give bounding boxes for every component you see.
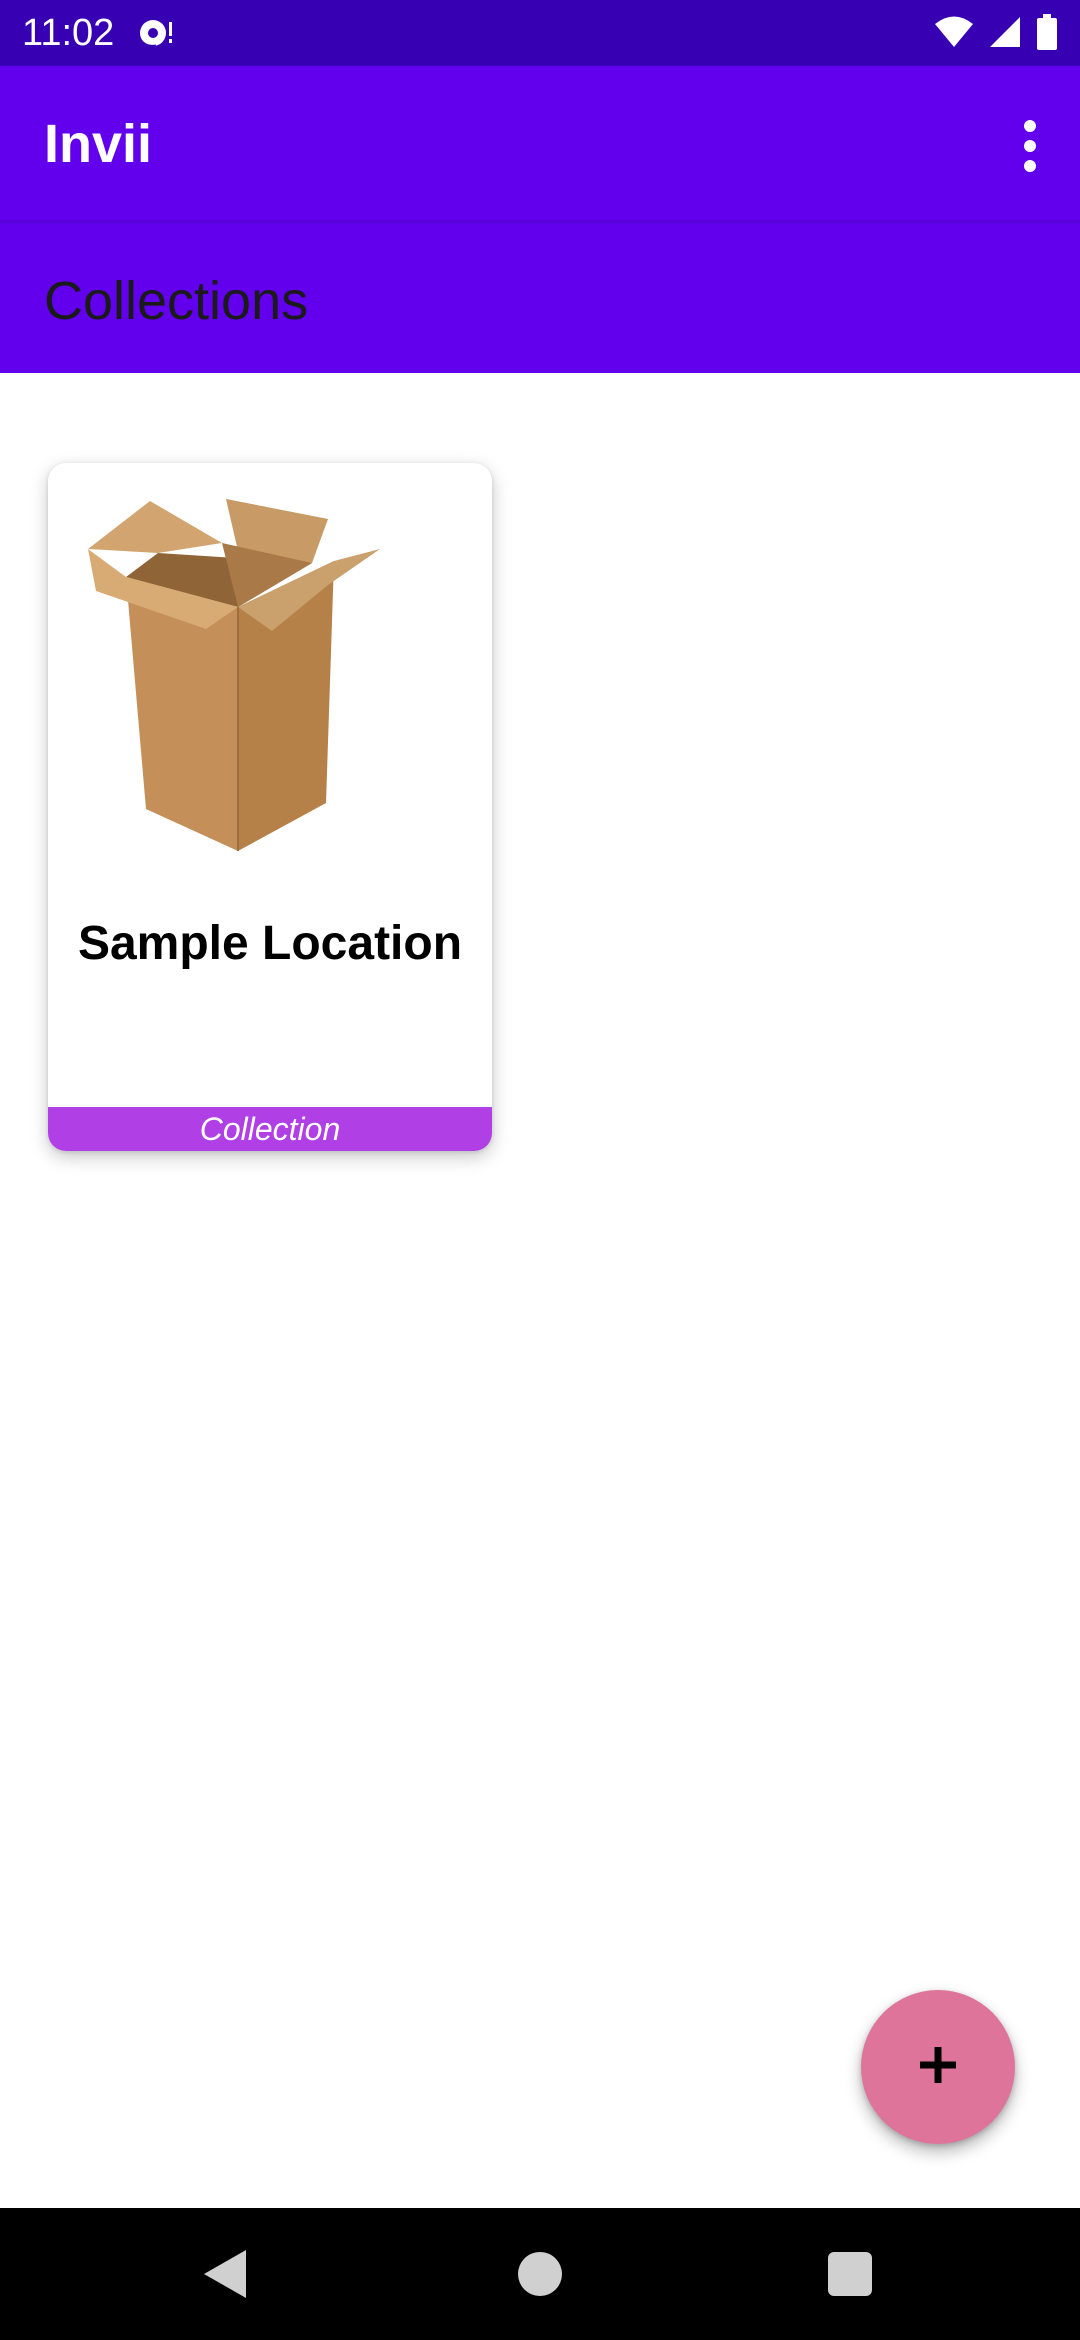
- back-icon[interactable]: [200, 2248, 250, 2300]
- more-options-button[interactable]: [1000, 106, 1060, 186]
- section-header: Collections: [0, 223, 1080, 373]
- system-nav-bar: [0, 2208, 1080, 2340]
- plus-icon: [918, 2045, 958, 2090]
- more-vert-icon-dot: [1024, 160, 1036, 172]
- more-vert-icon-dot: [1024, 140, 1036, 152]
- wifi-icon: [934, 15, 974, 54]
- section-title: Collections: [44, 271, 309, 331]
- status-icons: [934, 12, 1058, 56]
- app-title: Invii: [44, 114, 153, 174]
- home-icon[interactable]: [518, 2252, 562, 2296]
- sync-icon: [136, 14, 176, 52]
- battery-icon: [1036, 13, 1058, 55]
- collection-card[interactable]: Sample Location Collection: [48, 463, 492, 1151]
- collection-type-badge: Collection: [48, 1107, 492, 1151]
- status-time: 11:02: [22, 12, 115, 54]
- collection-title: Sample Location: [77, 917, 463, 970]
- status-bar: 11:02: [0, 0, 1080, 66]
- recents-icon[interactable]: [828, 2252, 872, 2296]
- add-collection-button[interactable]: [861, 1990, 1015, 2144]
- signal-icon: [988, 15, 1022, 54]
- app-bar: Invii: [0, 66, 1080, 222]
- cardboard-box-image: [88, 491, 452, 851]
- more-vert-icon: [1024, 120, 1036, 132]
